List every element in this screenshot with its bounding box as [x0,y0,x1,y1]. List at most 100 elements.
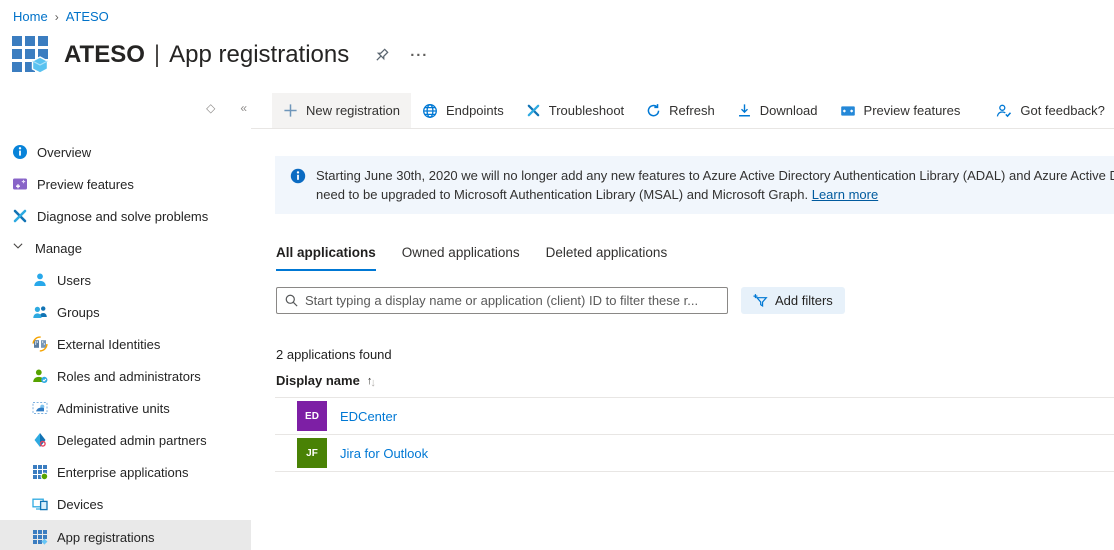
devices-icon [32,496,48,512]
resize-handle-icon[interactable]: ◇ [206,101,215,115]
search-icon [284,293,299,308]
chevron-down-icon [12,240,24,256]
app-link-jira-for-outlook[interactable]: Jira for Outlook [340,446,428,461]
main-layout: ◇ « Overview Preview features [0,93,1114,550]
sidebar-item-label: Overview [37,145,91,160]
tab-deleted-applications[interactable]: Deleted applications [546,245,668,271]
app-registrations-page: Home › ATESO ATESO | App registrations [0,0,1114,550]
add-filter-icon [753,293,768,308]
feedback-icon [996,103,1012,119]
button-label: Endpoints [446,103,504,118]
refresh-icon [646,103,661,118]
sidebar-item-label: External Identities [57,337,160,352]
sidebar: ◇ « Overview Preview features [0,93,251,550]
preview-features-icon [12,176,28,192]
page-header: ATESO | App registrations ··· [12,36,428,74]
sidebar-item-admin-units[interactable]: Administrative units [0,392,251,424]
user-icon [32,272,48,288]
app-registrations-icon [32,529,48,545]
troubleshoot-icon [12,208,28,224]
button-label: Troubleshoot [549,103,624,118]
sidebar-item-external-identities[interactable]: External Identities [0,328,251,360]
tab-owned-applications[interactable]: Owned applications [402,245,520,271]
sidebar-item-label: App registrations [57,530,155,545]
sidebar-item-label: Users [57,273,91,288]
sidebar-item-overview[interactable]: Overview [0,136,251,168]
collapse-sidebar-icon[interactable]: « [240,101,247,115]
info-icon [290,168,306,184]
page-title: ATESO | App registrations [64,41,349,69]
applications-table: Display name ↑↓ ED EDCenter JF Jira for … [275,373,1114,472]
banner-text: Starting June 30th, 2020 we will no long… [316,166,1114,204]
sort-icon: ↑↓ [367,375,374,387]
sidebar-item-preview-features[interactable]: Preview features [0,168,251,200]
sidebar-group-label: Manage [35,241,82,256]
globe-icon [422,103,438,119]
refresh-button[interactable]: Refresh [635,93,726,128]
info-banner: Starting June 30th, 2020 we will no long… [275,156,1114,214]
sidebar-item-enterprise-applications[interactable]: Enterprise applications [0,456,251,488]
page-title-blade: App registrations [169,41,349,69]
sidebar-item-label: Roles and administrators [57,369,201,384]
download-button[interactable]: Download [726,93,829,128]
administrative-units-icon [32,400,48,416]
sidebar-item-label: Delegated admin partners [57,433,207,448]
banner-line2: need to be upgraded to Microsoft Authent… [316,185,1114,204]
button-label: New registration [306,103,400,118]
sidebar-item-delegated-admin-partners[interactable]: Delegated admin partners [0,424,251,456]
got-feedback-button[interactable]: Got feedback? [985,93,1114,128]
button-label: Download [760,103,818,118]
sidebar-nav: Overview Preview features Diagnose and s… [0,136,251,550]
app-link-edcenter[interactable]: EDCenter [340,409,397,424]
sidebar-item-devices[interactable]: Devices [0,488,251,520]
directory-grid-icon [12,36,50,74]
sidebar-group-manage[interactable]: Manage [0,232,251,264]
button-label: Got feedback? [1020,103,1105,118]
troubleshoot-button[interactable]: Troubleshoot [515,93,635,128]
troubleshoot-icon [526,103,541,118]
button-label: Refresh [669,103,715,118]
banner-line1: Starting June 30th, 2020 we will no long… [316,166,1114,185]
search-input[interactable] [276,287,728,314]
sidebar-item-app-registrations[interactable]: App registrations [0,520,251,550]
table-row[interactable]: ED EDCenter [275,398,1114,435]
sidebar-item-users[interactable]: Users [0,264,251,296]
new-registration-button[interactable]: New registration [272,93,411,128]
pin-icon[interactable] [373,47,390,64]
endpoints-button[interactable]: Endpoints [411,93,515,128]
sidebar-controls: ◇ « [206,101,247,115]
avatar: ED [297,401,327,431]
sidebar-item-groups[interactable]: Groups [0,296,251,328]
sidebar-item-label: Preview features [37,177,134,192]
learn-more-link[interactable]: Learn more [812,187,878,202]
sidebar-item-diagnose[interactable]: Diagnose and solve problems [0,200,251,232]
group-icon [32,304,48,320]
results-count: 2 applications found [276,347,1114,362]
banner-line2-text: need to be upgraded to Microsoft Authent… [316,187,812,202]
external-identities-icon [32,336,48,352]
plus-icon [283,103,298,118]
tab-all-applications[interactable]: All applications [276,245,376,271]
sidebar-item-label: Enterprise applications [57,465,189,480]
breadcrumb-current-link[interactable]: ATESO [66,9,109,24]
filter-row: Add filters [276,287,1114,314]
preview-features-button[interactable]: Preview features [829,93,972,128]
more-icon[interactable]: ··· [410,47,428,64]
breadcrumb-home-link[interactable]: Home [13,9,48,24]
content-panel: New registration Endpoints Troubleshoot … [251,93,1114,550]
sidebar-item-roles[interactable]: Roles and administrators [0,360,251,392]
search-box [276,287,728,314]
avatar: JF [297,438,327,468]
roles-icon [32,368,48,384]
add-filters-label: Add filters [775,293,833,308]
page-title-separator: | [154,41,160,69]
sidebar-item-label: Administrative units [57,401,170,416]
table-row[interactable]: JF Jira for Outlook [275,435,1114,472]
delegated-admin-partners-icon [32,432,48,448]
preview-features-toolbar-icon [840,103,856,119]
column-header-label: Display name [276,373,360,388]
sidebar-item-label: Devices [57,497,103,512]
column-header-display-name[interactable]: Display name ↑↓ [275,373,1114,398]
sidebar-item-label: Diagnose and solve problems [37,209,208,224]
add-filters-button[interactable]: Add filters [741,287,845,314]
